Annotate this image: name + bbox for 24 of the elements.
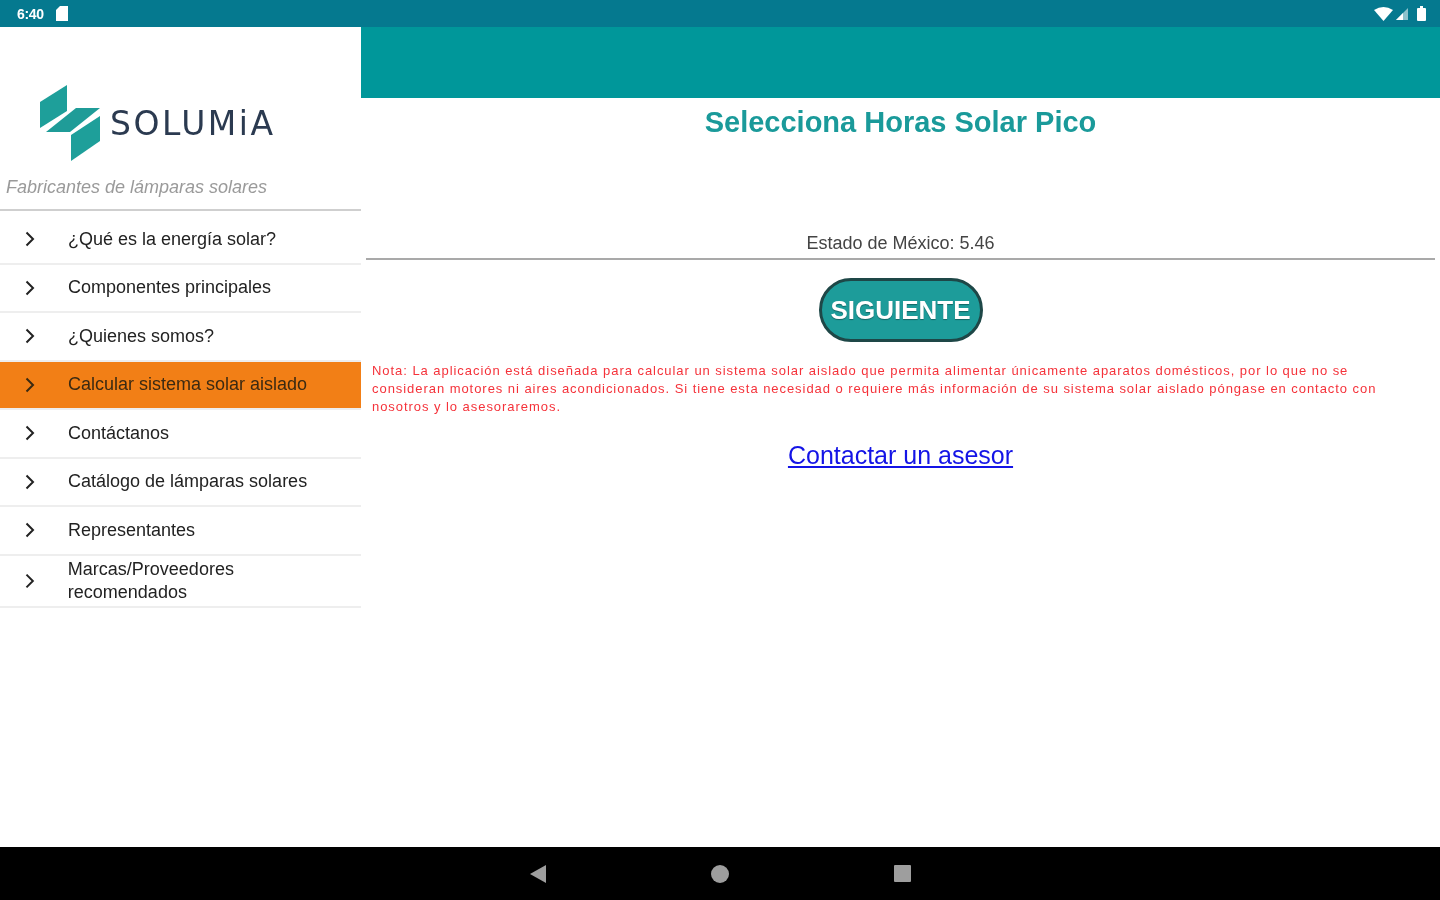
chevron-right-icon bbox=[25, 572, 35, 589]
note-text: Nota: La aplicación está diseñada para calcular un sistema solar aislado que permita alimentar únicamente aparatos domésticos, por lo que no se consideran motores ni aires acondicionados. Si tiene esta necesidad o requiere más información de su sistema solar aislado póngase en contacto con nosotros y lo asesoraremos. bbox=[371, 362, 1378, 416]
back-icon[interactable] bbox=[529, 864, 546, 883]
recents-icon[interactable] bbox=[893, 865, 911, 882]
signal-icon bbox=[1396, 7, 1408, 20]
page-title: Selecciona Horas Solar Pico bbox=[704, 105, 1097, 139]
chevron-right-icon bbox=[25, 279, 35, 296]
logo-icon bbox=[40, 85, 100, 161]
chevron-right-icon bbox=[25, 231, 35, 248]
battery-icon bbox=[1417, 6, 1426, 21]
tagline: Fabricantes de lámparas solares bbox=[6, 176, 269, 198]
chevron-right-icon bbox=[25, 522, 35, 539]
chevron-right-icon bbox=[25, 376, 35, 393]
chevron-right-icon bbox=[25, 425, 35, 442]
chevron-right-icon bbox=[25, 473, 35, 490]
state-selector[interactable]: Estado de México: 5.46 bbox=[366, 232, 1435, 260]
sd-card-icon bbox=[55, 6, 68, 21]
chevron-right-icon bbox=[25, 328, 35, 345]
wifi-icon bbox=[1374, 6, 1393, 21]
logo-text: SOLUMiA bbox=[110, 106, 276, 140]
home-icon[interactable] bbox=[710, 864, 729, 883]
status-time: 6:40 bbox=[17, 5, 44, 22]
menu-item[interactable]: Calcular sistema solar aislado bbox=[0, 361, 361, 410]
contact-link[interactable]: Contactar un asesor bbox=[787, 440, 1014, 470]
